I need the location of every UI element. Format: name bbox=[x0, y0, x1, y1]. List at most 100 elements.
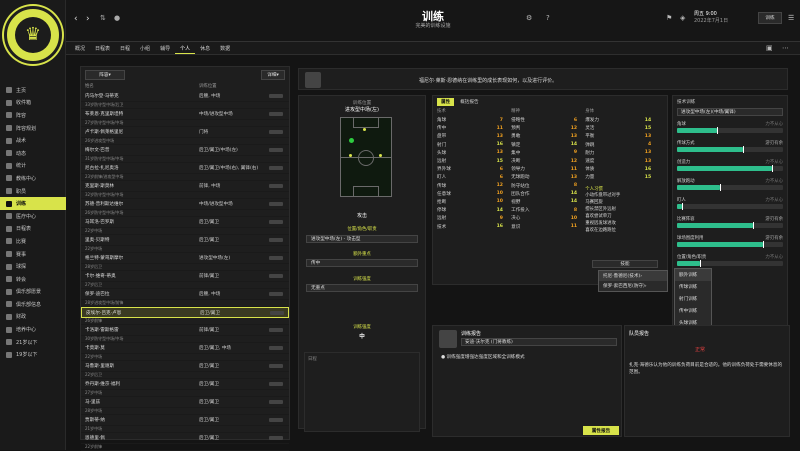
position-dot-selected[interactable] bbox=[349, 138, 354, 143]
table-row[interactable]: 布莱恩·克里斯坦特 中场/进攻型中场 bbox=[81, 109, 289, 120]
col-position[interactable]: 训练位置 bbox=[199, 83, 269, 91]
training-type-option[interactable]: 额外训练 bbox=[675, 269, 711, 281]
player-name[interactable]: 里奥·贝斯特 bbox=[85, 237, 199, 243]
col-player[interactable]: 姓名 bbox=[85, 83, 199, 91]
table-row[interactable]: 保罗·迪巴拉 后腰, 中场 bbox=[81, 289, 289, 300]
table-row[interactable]: 卡洛斯·雷斯格雷 前锋/翼卫 bbox=[81, 325, 289, 336]
table-row[interactable]: 马·里兹 后卫/翼卫 bbox=[81, 397, 289, 408]
player-name[interactable]: 马鲁斯·里谢斯 bbox=[85, 363, 199, 369]
sidebar-item[interactable]: 动态 bbox=[0, 147, 66, 160]
more-icon[interactable]: ⋯ bbox=[782, 44, 789, 52]
position-dot[interactable] bbox=[349, 154, 352, 157]
row-action-handle[interactable] bbox=[269, 274, 283, 278]
tab-item[interactable]: 小组 bbox=[135, 42, 155, 54]
sidebar-item[interactable]: 教练中心 bbox=[0, 172, 66, 185]
row-action-handle[interactable] bbox=[269, 292, 283, 296]
row-action-handle[interactable] bbox=[269, 184, 283, 188]
table-row[interactable]: 马鲁斯·里谢斯 后卫/翼卫 bbox=[81, 361, 289, 372]
table-row[interactable]: 贾斯蒂·纳 后卫/翼卫 bbox=[81, 415, 289, 426]
tab-item[interactable]: 日程表 bbox=[90, 42, 115, 54]
focus-dropdown[interactable]: 传中 bbox=[306, 259, 418, 267]
sidebar-item[interactable]: 21岁以下 bbox=[0, 336, 66, 349]
info-icon[interactable]: ◈ bbox=[680, 14, 685, 22]
training-focus-dropdown[interactable]: 进攻型中场(左)(中场/翼锋) bbox=[677, 108, 783, 116]
sidebar-item[interactable]: 球探 bbox=[0, 260, 66, 273]
continue-button[interactable]: 训练 bbox=[758, 12, 782, 24]
sidebar-item[interactable]: 培养中心 bbox=[0, 323, 66, 336]
sidebar-item[interactable]: 统计 bbox=[0, 160, 66, 173]
table-row[interactable]: 内马尔登·马蒂克 后腰, 中场 bbox=[81, 91, 289, 102]
player-name[interactable]: 布莱恩·克里斯坦特 bbox=[85, 111, 199, 117]
table-row[interactable]: 卢卡斯·佩莱格里尼 门将 bbox=[81, 127, 289, 138]
player-name[interactable]: 克里斯·斯莫林 bbox=[85, 183, 199, 189]
coach-option-technical[interactable]: 托尼·鲁德尼(技术) › bbox=[599, 271, 667, 281]
row-action-handle[interactable] bbox=[269, 112, 283, 116]
help-icon[interactable]: ? bbox=[546, 14, 550, 22]
row-action-handle[interactable] bbox=[269, 382, 283, 386]
sidebar-item[interactable]: 战术 bbox=[0, 134, 66, 147]
sidebar-item[interactable]: 阵容 bbox=[0, 109, 66, 122]
player-name[interactable]: 卡尔·维奇-蒂奥 bbox=[85, 273, 199, 279]
player-name[interactable]: 皮埃尔-吕克·卢恩 bbox=[86, 310, 200, 316]
extra-dropdown[interactable]: 无重点 bbox=[306, 284, 418, 292]
row-action-handle[interactable] bbox=[269, 400, 283, 404]
tab-item[interactable]: 日程 bbox=[115, 42, 135, 54]
position-dot[interactable] bbox=[379, 154, 382, 157]
coach-option-defending[interactable]: 保罗·索巴西尼(防守) › bbox=[599, 281, 667, 291]
player-name[interactable]: 马·里兹 bbox=[85, 399, 199, 405]
player-name[interactable]: 卡莫斯·莫 bbox=[85, 345, 199, 351]
player-name[interactable]: 贾斯蒂·纳 bbox=[85, 417, 199, 423]
sidebar-item[interactable]: 比赛 bbox=[0, 235, 66, 248]
sidebar-item[interactable]: 俱乐部愿景 bbox=[0, 286, 66, 299]
sidebar-item[interactable]: 医疗中心 bbox=[0, 210, 66, 223]
training-type-option[interactable]: 传球训练 bbox=[675, 281, 711, 293]
tab-item[interactable]: 个人 bbox=[175, 42, 196, 54]
alert-icon[interactable]: ⚑ bbox=[666, 14, 672, 22]
coach-dropdown[interactable]: 安迪·沃尔克 (门将教练) bbox=[461, 338, 617, 346]
row-action-handle[interactable] bbox=[269, 346, 283, 350]
sidebar-item[interactable]: 收件箱 bbox=[0, 97, 66, 110]
table-row[interactable]: 卡莫斯·莫 后卫/翼卫, 中场 bbox=[81, 343, 289, 354]
sidebar-item[interactable]: 日程表 bbox=[0, 223, 66, 236]
table-row[interactable]: 里奥·贝斯特 后卫/翼卫 bbox=[81, 235, 289, 246]
table-row[interactable]: 恩德里·佩 后卫/翼卫 bbox=[81, 433, 289, 444]
role-dropdown[interactable]: 进攻型中场(左) - 攻击型 bbox=[306, 235, 418, 243]
player-name[interactable]: 乔丹斯·维京·福利 bbox=[85, 381, 199, 387]
skill-dropdown[interactable]: 技能 bbox=[592, 260, 658, 268]
row-action-handle[interactable] bbox=[269, 238, 283, 242]
attribute-report-button[interactable]: 属性报告 bbox=[583, 426, 619, 435]
table-row[interactable]: 克里斯·斯莫林 前锋, 中场 bbox=[81, 181, 289, 192]
row-action-handle[interactable] bbox=[269, 220, 283, 224]
sidebar-item[interactable]: 赛事 bbox=[0, 248, 66, 261]
row-action-handle[interactable] bbox=[269, 364, 283, 368]
tab-item[interactable]: 数据 bbox=[215, 42, 235, 54]
attributes-tab[interactable]: 属性 bbox=[437, 98, 455, 106]
table-row[interactable]: 乔丹斯·维京·福利 后卫/翼卫 bbox=[81, 379, 289, 390]
player-name[interactable]: 卢卡斯·佩莱格里尼 bbox=[85, 129, 199, 135]
row-action-handle[interactable] bbox=[269, 94, 283, 98]
sidebar-item[interactable]: 俱乐部信息 bbox=[0, 298, 66, 311]
player-name[interactable]: 格兰特·蒙哥斯摩尔 bbox=[85, 255, 199, 261]
table-row[interactable]: 尼古拉·扎尼奥洛 后卫/翼卫/中场(右), 翼锋(右) bbox=[81, 163, 289, 174]
row-action-handle[interactable] bbox=[269, 166, 283, 170]
sidebar-item[interactable]: 训练 bbox=[0, 197, 66, 210]
sidebar-item[interactable]: 主页 bbox=[0, 84, 66, 97]
table-row[interactable]: 皮埃尔-吕克·卢恩 后卫/翼卫 bbox=[81, 307, 289, 318]
view-dropdown[interactable]: 详细 ▾ bbox=[261, 70, 285, 80]
player-name[interactable]: 尼古拉·扎尼奥洛 bbox=[85, 165, 199, 171]
menu-icon[interactable]: ☰ bbox=[788, 14, 794, 22]
row-action-handle[interactable] bbox=[269, 328, 283, 332]
player-name[interactable]: 梅尔文·巴普 bbox=[85, 147, 199, 153]
player-name[interactable]: 卡洛斯·雷斯格雷 bbox=[85, 327, 199, 333]
row-action-handle[interactable] bbox=[269, 202, 283, 206]
table-row[interactable]: 卡尔·维奇-蒂奥 前锋/翼卫 bbox=[81, 271, 289, 282]
row-action-handle[interactable] bbox=[269, 436, 283, 440]
player-name[interactable]: 恩德里·佩 bbox=[85, 435, 199, 441]
sidebar-item[interactable]: 职员 bbox=[0, 185, 66, 198]
sidebar-item[interactable]: 19岁以下 bbox=[0, 348, 66, 361]
squad-filter-dropdown[interactable]: 阵容 ▾ bbox=[85, 70, 125, 80]
player-name[interactable]: 内马尔登·马蒂克 bbox=[85, 93, 199, 99]
table-row[interactable]: 梅尔文·巴普 后卫/翼卫/中场(左) bbox=[81, 145, 289, 156]
row-action-handle[interactable] bbox=[269, 256, 283, 260]
pitch-diagram[interactable] bbox=[340, 117, 392, 197]
